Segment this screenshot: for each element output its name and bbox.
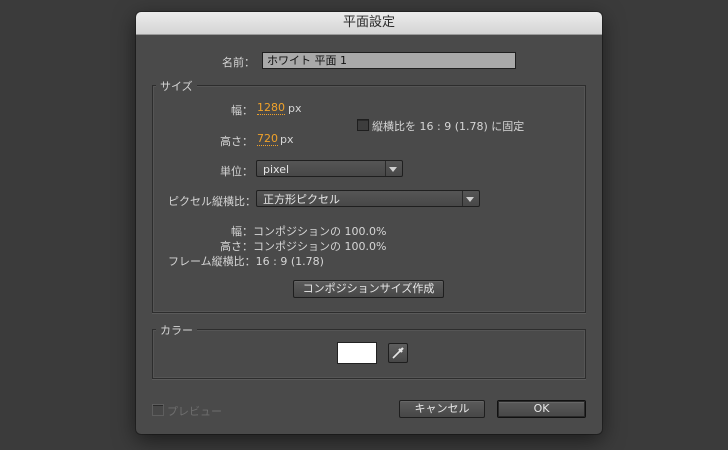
preview-checkbox[interactable] [152,404,164,416]
info-width: 幅：コンポジションの 100.0% [231,225,387,238]
width-unit: px [288,102,302,115]
ok-button[interactable]: OK [497,400,586,418]
unit-dropdown-area [385,161,402,176]
name-field[interactable]: ホワイト 平面 1 [262,52,516,69]
cancel-button[interactable]: キャンセル [399,400,485,418]
chevron-down-icon [389,167,397,172]
unit-label: 単位： [220,165,253,178]
lock-aspect-checkbox[interactable] [357,119,369,131]
unit-select[interactable]: pixel [256,160,403,177]
color-group-title: カラー [156,322,197,338]
unit-select-value: pixel [263,163,290,176]
solid-settings-dialog: 平面設定 名前： ホワイト 平面 1 サイズ 幅： 1280 px 縦横比を 1… [136,12,602,434]
height-label: 高さ： [220,135,253,148]
pixel-aspect-select-value: 正方形ピクセル [263,193,340,206]
chevron-down-icon [466,197,474,202]
pixel-aspect-label: ピクセル縦横比： [168,195,256,208]
eyedropper-button[interactable] [388,343,408,363]
lock-aspect-label[interactable]: 縦横比を 16 : 9 (1.78) に固定 [372,118,524,134]
info-frame-aspect: フレーム縦横比：16 : 9 (1.78) [168,255,324,268]
info-height: 高さ：コンポジションの 100.0% [220,240,387,253]
height-value[interactable]: 720 [257,133,278,146]
preview-label: プレビュー [167,405,222,418]
width-value[interactable]: 1280 [257,102,285,115]
height-unit: px [280,133,294,146]
make-comp-size-button[interactable]: コンポジションサイズ作成 [293,280,444,298]
pixel-aspect-select[interactable]: 正方形ピクセル [256,190,480,207]
dialog-title: 平面設定 [136,12,602,35]
pixel-aspect-dropdown-area [462,191,479,206]
color-swatch[interactable] [337,342,377,364]
width-label: 幅： [231,104,253,117]
size-group-title: サイズ [156,78,197,94]
eyedropper-icon [392,347,404,359]
name-label: 名前： [222,56,255,69]
